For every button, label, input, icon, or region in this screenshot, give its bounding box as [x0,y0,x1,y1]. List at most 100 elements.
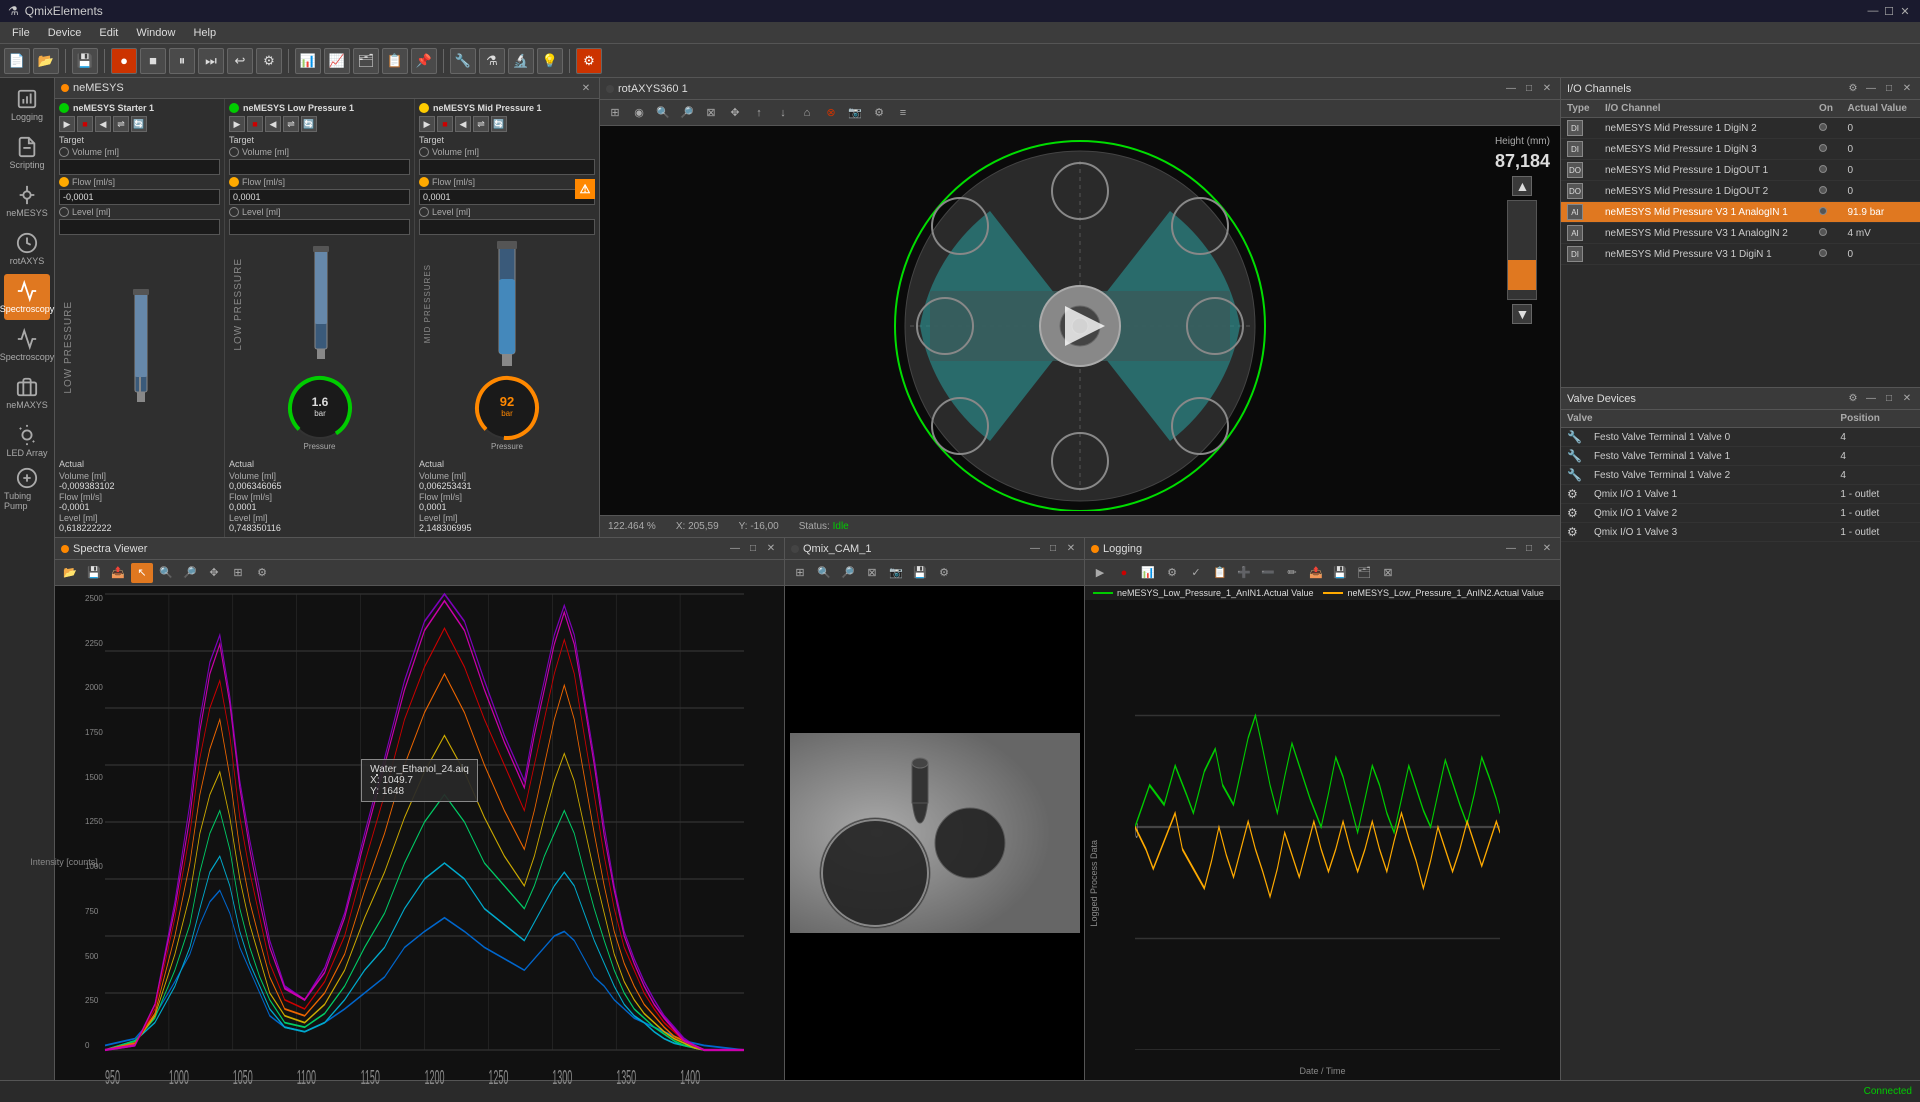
log-tb12[interactable]: 🗂 [1353,563,1375,583]
io-table-row[interactable]: DO neMESYS Mid Pressure 1 DigOUT 2 0 [1561,181,1920,202]
log-tb10[interactable]: 📤 [1305,563,1327,583]
valve-close[interactable]: ✕ [1900,392,1914,406]
unit3-vol-input[interactable] [419,159,595,175]
valve-table-row[interactable]: 🔧 Festo Valve Terminal 1 Valve 0 4 [1561,428,1920,447]
io-max[interactable]: □ [1882,82,1896,96]
unit3-level-radio[interactable] [419,207,429,217]
save-button[interactable]: 💾 [72,48,98,74]
unit2-level-radio[interactable] [229,207,239,217]
valve-table-row[interactable]: ⚙ Qmix I/O 1 Valve 2 1 - outlet [1561,504,1920,523]
unit2-fwd[interactable]: ⇌ [283,116,299,132]
rt-snap[interactable]: ⊞ [604,103,626,123]
log-tb9[interactable]: ✏ [1281,563,1303,583]
io-table-row[interactable]: DI neMESYS Mid Pressure 1 DigiN 2 0 [1561,118,1920,139]
sidebar-item-nemaxys[interactable]: neMAXYS [4,370,50,416]
unit1-cfg[interactable]: 🔄 [131,116,147,132]
unit1-play[interactable]: ▶ [59,116,75,132]
unit2-stop[interactable]: ■ [247,116,263,132]
unit3-flow-input[interactable] [419,189,595,205]
tb-btn9[interactable]: 🗂 [353,48,379,74]
logging-close[interactable]: ✕ [1540,542,1554,556]
unit1-flow-radio[interactable] [59,177,69,187]
io-close[interactable]: ✕ [1900,82,1914,96]
unit3-play[interactable]: ▶ [419,116,435,132]
cam-tb2[interactable]: 🔍 [813,563,835,583]
io-table-row[interactable]: DO neMESYS Mid Pressure 1 DigOUT 1 0 [1561,160,1920,181]
rt-stop[interactable]: ⊗ [820,103,842,123]
sidebar-item-rotaxys[interactable]: rotAXYS [4,226,50,272]
cam-close[interactable]: ✕ [1064,542,1078,556]
minimize-button[interactable]: — [1866,4,1880,18]
rt-zoomin[interactable]: 🔍 [652,103,674,123]
sidebar-item-logging[interactable]: Logging [4,82,50,128]
sidebar-item-nemesys[interactable]: neMESYS [4,178,50,224]
io-table-row[interactable]: AI neMESYS Mid Pressure V3 1 AnalogIN 2 … [1561,223,1920,244]
log-tb11[interactable]: 💾 [1329,563,1351,583]
log-tb3[interactable]: 📊 [1137,563,1159,583]
spectra-close[interactable]: ✕ [764,542,778,556]
unit1-fwd[interactable]: ⇌ [113,116,129,132]
io-table-row[interactable]: DI neMESYS Mid Pressure V3 1 DigiN 1 0 [1561,244,1920,265]
cam-tb6[interactable]: 💾 [909,563,931,583]
valve-table-row[interactable]: ⚙ Qmix I/O 1 Valve 3 1 - outlet [1561,523,1920,542]
rotaxys-max[interactable]: □ [1522,82,1536,96]
unit3-cfg[interactable]: 🔄 [491,116,507,132]
sp-zoomin[interactable]: 🔍 [155,563,177,583]
valve-cfg[interactable]: ⚙ [1846,392,1860,406]
unit3-flow-radio[interactable] [419,177,429,187]
tb-btn10[interactable]: 📋 [382,48,408,74]
rt-zoomout[interactable]: 🔎 [676,103,698,123]
cam-tb7[interactable]: ⚙ [933,563,955,583]
tb-btn6[interactable]: ⚙ [256,48,282,74]
menu-help[interactable]: Help [185,25,224,41]
rt-fit[interactable]: ⊠ [700,103,722,123]
cam-tb3[interactable]: 🔎 [837,563,859,583]
log-tb7[interactable]: ➕ [1233,563,1255,583]
tb-btn15[interactable]: 💡 [537,48,563,74]
io-pin[interactable]: — [1864,82,1878,96]
log-tb5[interactable]: ✓ [1185,563,1207,583]
unit3-stop[interactable]: ■ [437,116,453,132]
tb-btn11[interactable]: 📌 [411,48,437,74]
sidebar-item-spectroscopy1[interactable]: Spectroscopy [4,274,50,320]
tb-btn14[interactable]: 🔬 [508,48,534,74]
io-cfg[interactable]: ⚙ [1846,82,1860,96]
tb-btn4[interactable]: ⏭ [198,48,224,74]
menu-file[interactable]: File [4,25,38,41]
log-play[interactable]: ▶ [1089,563,1111,583]
rt-home[interactable]: ⌂ [796,103,818,123]
sp-fit[interactable]: ⊞ [227,563,249,583]
restore-button[interactable]: ☐ [1882,4,1896,18]
sp-cursor[interactable]: ↖ [131,563,153,583]
script-stop[interactable]: ■ [140,48,166,74]
height-scrollbar[interactable] [1507,200,1537,300]
nemesys-close-btn[interactable]: ✕ [579,81,593,95]
unit2-level-input[interactable] [229,219,410,235]
valve-table-row[interactable]: 🔧 Festo Valve Terminal 1 Valve 1 4 [1561,447,1920,466]
rt-up[interactable]: ↑ [748,103,770,123]
valve-table-row[interactable]: ⚙ Qmix I/O 1 Valve 1 1 - outlet [1561,485,1920,504]
unit2-vol-input[interactable] [229,159,410,175]
unit2-play[interactable]: ▶ [229,116,245,132]
tb-settings[interactable]: ⚙ [576,48,602,74]
sp-save[interactable]: 💾 [83,563,105,583]
valve-table-row[interactable]: 🔧 Festo Valve Terminal 1 Valve 2 4 [1561,466,1920,485]
script-pause[interactable]: ⏸ [169,48,195,74]
unit3-rev[interactable]: ◀ [455,116,471,132]
height-down-btn[interactable]: ▼ [1512,304,1532,324]
window-controls[interactable]: — ☐ ✕ [1866,4,1912,18]
sp-open[interactable]: 📂 [59,563,81,583]
rt-more[interactable]: ≡ [892,103,914,123]
sidebar-item-led[interactable]: LED Array [4,418,50,464]
rotaxys-close[interactable]: ✕ [1540,82,1554,96]
tb-btn5[interactable]: ↩ [227,48,253,74]
cam-tb4[interactable]: ⊠ [861,563,883,583]
unit1-vol-radio[interactable] [59,147,69,157]
cam-tb1[interactable]: ⊞ [789,563,811,583]
new-button[interactable]: 📄 [4,48,30,74]
unit1-level-input[interactable] [59,219,220,235]
unit2-vol-radio[interactable] [229,147,239,157]
script-run[interactable]: ● [111,48,137,74]
unit1-flow-input[interactable] [59,189,220,205]
unit1-stop[interactable]: ■ [77,116,93,132]
